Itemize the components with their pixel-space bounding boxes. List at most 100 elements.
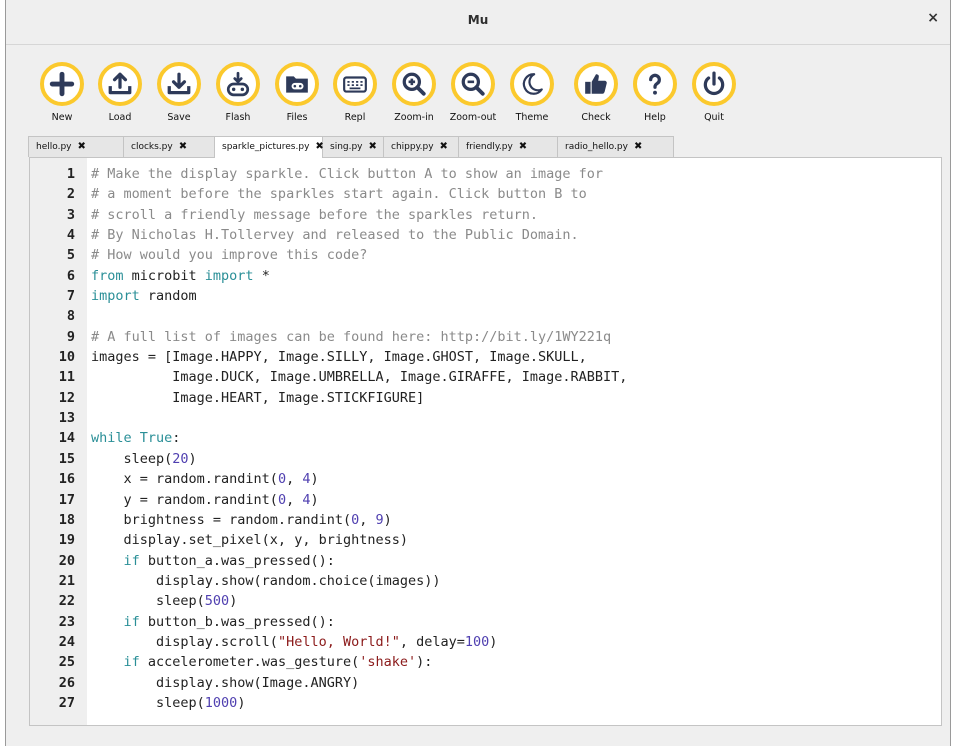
load-button[interactable]: Load: [91, 62, 149, 123]
code-line: 22 sleep(500): [30, 591, 238, 611]
tab-close-icon[interactable]: ✖: [78, 137, 86, 157]
code-line: 11 Image.DUCK, Image.UMBRELLA, Image.GIR…: [30, 367, 628, 387]
code-token: import: [204, 267, 254, 284]
code-text: if accelerometer.was_gesture('shake'):: [91, 652, 433, 672]
code-token: ,: [286, 491, 303, 508]
code-token: 100: [464, 633, 490, 650]
code-token: ): [229, 593, 238, 610]
files-icon: [275, 62, 319, 106]
tab-friendly-py[interactable]: friendly.py ✖: [458, 136, 558, 157]
check-button[interactable]: Check: [567, 62, 625, 123]
code-line: 23 if button_b.was_pressed():: [30, 612, 335, 632]
code-text: # scroll a friendly message before the s…: [91, 205, 538, 225]
code-token: ): [383, 511, 392, 528]
code-text: y = random.randint(0, 4): [91, 490, 319, 510]
tab-sparkle-pictures-py[interactable]: sparkle_pictures.py ✖: [214, 136, 324, 158]
tab-label: sing.py: [330, 142, 363, 152]
theme-button[interactable]: Theme: [503, 62, 561, 123]
code-token: 9: [375, 511, 384, 528]
code-token: display.set_pixel(x, y, brightness): [91, 532, 408, 549]
code-line: 16 x = random.randint(0, 4): [30, 469, 319, 489]
tab-radio-hello-py[interactable]: radio_hello.py ✖: [557, 136, 674, 157]
code-text: # By Nicholas H.Tollervey and released t…: [91, 225, 579, 245]
code-token: :: [172, 430, 181, 447]
code-line: 24 display.scroll("Hello, World!", delay…: [30, 632, 498, 652]
zoom-in-button[interactable]: Zoom-in: [385, 62, 443, 123]
zoom-in-icon: [392, 62, 436, 106]
code-line: 7 import random: [30, 286, 197, 306]
code-line: 5 # How would you improve this code?: [30, 245, 367, 265]
toolbar-button-label: Quit: [704, 112, 724, 123]
save-button[interactable]: Save: [150, 62, 208, 123]
line-number: 17: [58, 491, 75, 508]
code-area[interactable]: 1 # Make the display sparkle. Click butto…: [30, 164, 628, 713]
code-token: # A full list of images can be found her…: [91, 328, 612, 345]
code-text: Image.DUCK, Image.UMBRELLA, Image.GIRAFF…: [91, 367, 627, 387]
zoom-out-button[interactable]: Zoom-out: [444, 62, 502, 123]
line-number: 24: [58, 633, 75, 650]
code-token: Image.DUCK, Image.UMBRELLA, Image.GIRAFF…: [91, 369, 628, 386]
code-token: # How would you improve this code?: [91, 247, 368, 264]
code-token: from: [91, 267, 124, 284]
code-token: ,: [359, 511, 376, 528]
upload-icon: [98, 62, 142, 106]
flash-icon: [216, 62, 260, 106]
line-number: 5: [66, 247, 75, 264]
line-number: 19: [58, 532, 75, 549]
toolbar-button-label: Repl: [344, 112, 366, 123]
repl-button[interactable]: Repl: [326, 62, 384, 123]
code-token: if: [123, 654, 140, 671]
code-editor[interactable]: 1 # Make the display sparkle. Click butto…: [29, 157, 942, 726]
code-text: # How would you improve this code?: [91, 245, 367, 265]
code-text: Image.HEART, Image.STICKFIGURE]: [91, 388, 424, 408]
line-number: 26: [58, 674, 75, 691]
quit-button[interactable]: Quit: [685, 62, 743, 123]
code-text: display.show(Image.ANGRY): [91, 673, 359, 693]
tab-sing-py[interactable]: sing.py ✖: [322, 136, 384, 157]
code-token: , delay=: [399, 633, 465, 650]
tab-label: sparkle_pictures.py: [222, 142, 310, 152]
code-line: 20 if button_a.was_pressed():: [30, 551, 335, 571]
code-line: 17 y = random.randint(0, 4): [30, 490, 319, 510]
tab-hello-py[interactable]: hello.py ✖: [28, 136, 124, 157]
window-title: Mu: [467, 13, 489, 27]
tab-label: friendly.py: [466, 142, 513, 152]
code-line: 3 # scroll a friendly message before the …: [30, 205, 538, 225]
files-button[interactable]: Files: [268, 62, 326, 123]
code-token: # a moment before the sparkles start aga…: [91, 186, 587, 203]
line-number: 27: [58, 694, 75, 711]
tab-close-icon[interactable]: ✖: [179, 137, 187, 157]
new-button[interactable]: New: [33, 62, 91, 123]
code-token: 20: [172, 450, 189, 467]
code-token: display.show(random.choice(images)): [91, 572, 441, 589]
code-token: # By Nicholas H.Tollervey and released t…: [91, 227, 579, 244]
code-token: 'shake': [359, 654, 417, 671]
code-token: images = [Image.HAPPY, Image.SILLY, Imag…: [91, 349, 587, 366]
flash-button[interactable]: Flash: [209, 62, 267, 123]
keyboard-icon: [333, 62, 377, 106]
code-text: # a moment before the sparkles start aga…: [91, 184, 587, 204]
tab-chippy-py[interactable]: chippy.py ✖: [383, 136, 459, 157]
toolbar-button-label: Help: [644, 112, 666, 123]
tab-close-icon[interactable]: ✖: [369, 137, 377, 157]
code-token: while: [91, 430, 132, 447]
toolbar-button-label: Load: [108, 112, 132, 123]
toolbar-button-label: Zoom-in: [394, 112, 434, 123]
code-text: sleep(500): [91, 591, 237, 611]
line-number: 9: [66, 328, 75, 345]
code-token: y = random.randint(: [91, 491, 278, 508]
code-line: 26 display.show(Image.ANGRY): [30, 673, 359, 693]
help-button[interactable]: Help: [626, 62, 684, 123]
tab-close-icon[interactable]: ✖: [315, 137, 323, 157]
tab-close-icon[interactable]: ✖: [519, 137, 527, 157]
code-text: images = [Image.HAPPY, Image.SILLY, Imag…: [91, 347, 587, 367]
code-text: if button_b.was_pressed():: [91, 612, 335, 632]
close-window-button[interactable]: ×: [927, 10, 939, 26]
tab-close-icon[interactable]: ✖: [634, 137, 642, 157]
tab-close-icon[interactable]: ✖: [440, 137, 448, 157]
line-number: 22: [58, 593, 75, 610]
tab-clocks-py[interactable]: clocks.py ✖: [123, 136, 215, 157]
code-text: x = random.randint(0, 4): [91, 469, 319, 489]
code-token: 0: [277, 491, 287, 508]
